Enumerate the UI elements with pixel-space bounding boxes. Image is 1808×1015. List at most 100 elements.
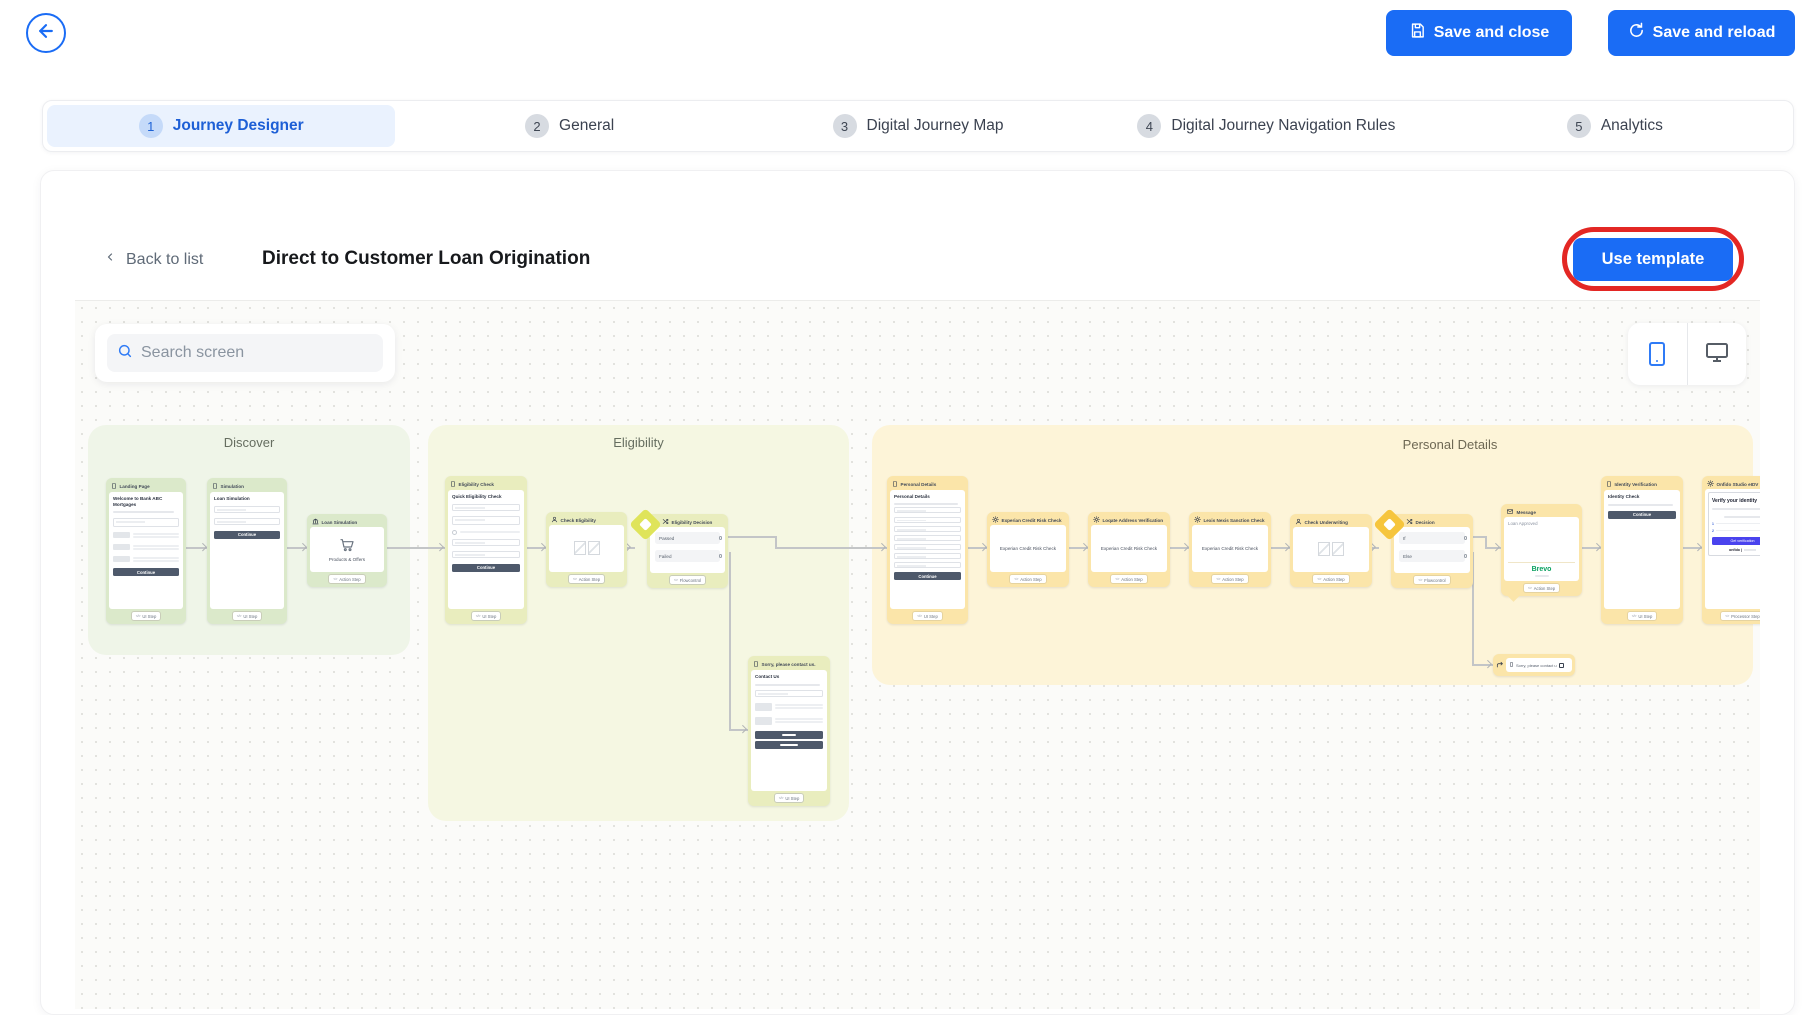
- node-eligibility-check[interactable]: Eligibility Check Quick Eligibility Chec…: [445, 476, 527, 624]
- connector-port[interactable]: [1464, 536, 1468, 540]
- step-number: 5: [1567, 114, 1591, 138]
- code-icon: </>: [476, 614, 481, 618]
- mini-body-text: Experian Credit Risk Check: [1101, 546, 1157, 551]
- desktop-icon: [1704, 340, 1730, 369]
- step-label: General: [559, 117, 614, 135]
- step-type-badge: <>Action Step: [568, 574, 605, 584]
- tab-general[interactable]: 2 General: [395, 105, 743, 147]
- mobile-icon: [111, 482, 117, 491]
- tab-journey-designer[interactable]: 1 Journey Designer: [47, 105, 395, 147]
- redirect-arrow-icon: [1496, 656, 1504, 674]
- back-button[interactable]: [26, 13, 66, 53]
- node-identity-verification[interactable]: Identity Verification Identity Check Con…: [1601, 476, 1683, 624]
- node-title: Check Underwriting: [1305, 520, 1348, 525]
- section-title: Eligibility: [428, 425, 849, 450]
- branch-failed: Failed: [655, 550, 720, 562]
- mini-continue-button: Continue: [113, 568, 179, 576]
- node-title: Landing Page: [120, 484, 150, 489]
- connector-port[interactable]: [719, 554, 723, 558]
- tab-digital-journey-map[interactable]: 3 Digital Journey Map: [744, 105, 1092, 147]
- step-type-badge: </>UI Step: [232, 611, 263, 621]
- mini-button: [755, 731, 823, 739]
- node-lexis-nexis-check[interactable]: Lexis Nexis Sanction Check Experian Cred…: [1189, 512, 1271, 587]
- mini-heading: Personal Details: [894, 494, 961, 500]
- mini-screen: Experian Credit Risk Check: [990, 525, 1066, 572]
- page-title: Direct to Customer Loan Origination: [262, 248, 590, 270]
- node-simulation[interactable]: Simulation Loan Simulation Continue </>U…: [207, 478, 287, 624]
- code-icon: <>: [1418, 578, 1422, 582]
- mini-heading: Welcome to Bank ABC Mortgages: [113, 496, 179, 507]
- code-icon: <>: [1014, 577, 1018, 581]
- step-number: 4: [1137, 114, 1161, 138]
- journey-canvas[interactable]: Discover Eligibility Personal Details La…: [75, 300, 1760, 1009]
- back-to-list-link[interactable]: Back to list: [104, 250, 203, 269]
- mobile-icon: [892, 480, 898, 489]
- node-landing-page[interactable]: Landing Page Welcome to Bank ABC Mortgag…: [106, 478, 186, 624]
- code-icon: </>: [779, 796, 784, 800]
- node-title: Sorry, please contact us.: [762, 662, 816, 667]
- collapsed-node-label-wrap: Sorry, please contact u: [1506, 658, 1572, 672]
- node-check-eligibility[interactable]: Check Eligibility <>Action Step: [546, 512, 627, 587]
- node-onfido-studio[interactable]: Onfido Studio eIDV Verify your identity …: [1702, 476, 1760, 624]
- search-icon: [117, 343, 133, 364]
- tab-analytics[interactable]: 5 Analytics: [1441, 105, 1789, 147]
- step-number: 3: [833, 114, 857, 138]
- connector-port[interactable]: [719, 536, 723, 540]
- node-title: Loqate Address Verification: [1103, 518, 1164, 523]
- use-template-button[interactable]: Use template: [1573, 238, 1733, 281]
- person-icon: [551, 516, 558, 524]
- node-decision[interactable]: Decision If Else <>Flowcontrol: [1391, 514, 1473, 588]
- image-placeholder: [1332, 542, 1344, 556]
- node-loqate-verification[interactable]: Loqate Address Verification Experian Cre…: [1088, 512, 1170, 587]
- mini-continue-button: Continue: [1608, 511, 1676, 519]
- code-icon: <>: [674, 578, 678, 582]
- node-personal-details[interactable]: Personal Details Personal Details Contin…: [887, 476, 968, 624]
- mini-screen: Passed Failed: [650, 527, 725, 573]
- tab-digital-journey-navigation-rules[interactable]: 4 Digital Journey Navigation Rules: [1092, 105, 1440, 147]
- save-and-reload-button[interactable]: Save and reload: [1608, 10, 1795, 56]
- node-sorry-contact-collapsed[interactable]: Sorry, please contact u: [1493, 654, 1575, 676]
- image-placeholder: [1318, 542, 1330, 556]
- code-icon: <>: [1725, 614, 1729, 618]
- code-icon: <>: [333, 577, 337, 581]
- step-label: Digital Journey Navigation Rules: [1171, 117, 1395, 135]
- mini-screen: Experian Credit Risk Check: [1091, 525, 1167, 572]
- save-and-reload-label: Save and reload: [1653, 24, 1776, 42]
- step-type-badge: </>UI Step: [1627, 611, 1658, 621]
- shuffle-icon: [662, 518, 669, 526]
- node-message[interactable]: Message Loan Approved Brevo <>Action Ste…: [1501, 504, 1582, 596]
- node-experian-check[interactable]: Experian Credit Risk Check Experian Cred…: [987, 512, 1069, 587]
- device-toggle: [1628, 323, 1746, 385]
- node-loan-simulation[interactable]: Loan Simulation Products & Offers <>Acti…: [307, 514, 387, 587]
- node-check-underwriting[interactable]: Check Underwriting <>Action Step: [1290, 514, 1372, 587]
- person-icon: [1295, 518, 1302, 526]
- node-title: Experian Credit Risk Check: [1002, 518, 1062, 523]
- expand-icon[interactable]: [1559, 663, 1564, 668]
- desktop-view-button[interactable]: [1688, 323, 1747, 385]
- onfido-widget: Verify your identity 1 2 Get verificatio…: [1708, 492, 1760, 556]
- mobile-icon: [753, 660, 759, 669]
- mini-button: [755, 741, 823, 749]
- gear-icon: [1194, 516, 1201, 524]
- step-type-badge: <>Action Step: [328, 574, 365, 584]
- connector-port[interactable]: [1464, 554, 1468, 558]
- branch-passed: Passed: [655, 532, 720, 544]
- mini-body-text: Experian Credit Risk Check: [1000, 546, 1056, 551]
- code-icon: <>: [573, 577, 577, 581]
- search-input[interactable]: [141, 344, 373, 362]
- code-icon: </>: [237, 614, 242, 618]
- node-title: Onfido Studio eIDV: [1717, 482, 1759, 487]
- save-icon: [1409, 22, 1426, 44]
- mini-screen: Loan Simulation Continue: [210, 492, 284, 609]
- mini-screen: Quick Eligibility Check Continue: [448, 490, 524, 609]
- branch-if: If: [1399, 532, 1465, 544]
- mobile-view-button[interactable]: [1628, 323, 1688, 385]
- node-eligibility-decision[interactable]: Eligibility Decision Passed Failed <>Flo…: [647, 514, 728, 588]
- search-box[interactable]: [107, 334, 383, 372]
- save-and-close-button[interactable]: Save and close: [1386, 10, 1572, 56]
- mini-screen: Personal Details Continue: [890, 490, 965, 609]
- mini-screen: [549, 525, 624, 572]
- node-contact-us[interactable]: Sorry, please contact us. Contact Us </>…: [748, 656, 830, 806]
- mini-screen: Contact Us: [751, 670, 827, 791]
- code-icon: <>: [1216, 577, 1220, 581]
